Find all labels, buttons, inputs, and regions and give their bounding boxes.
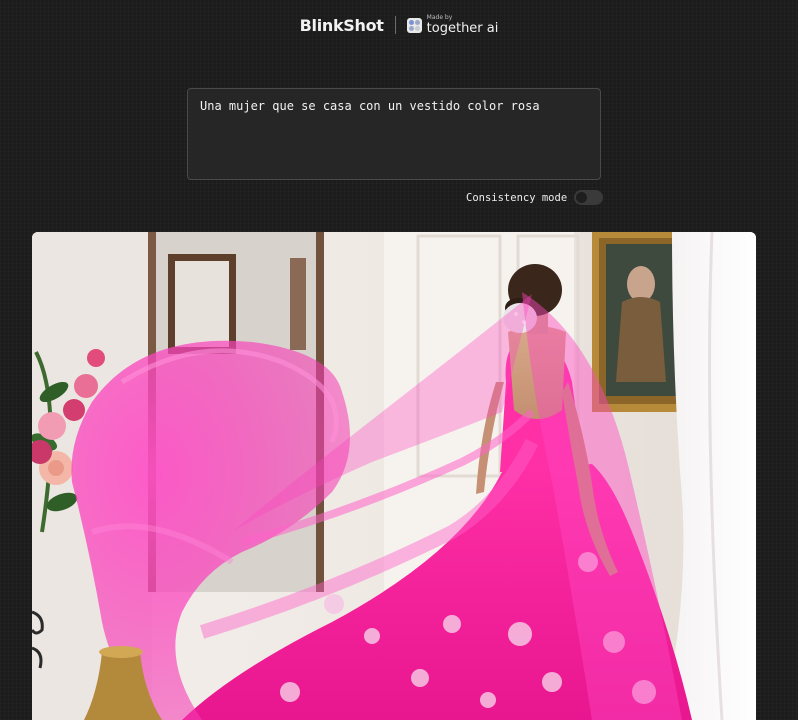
header-divider [394,16,396,34]
together-ai-badge[interactable]: Made by together ai [406,15,499,36]
toggle-knob [576,192,588,203]
generated-image[interactable] [32,232,756,720]
consistency-mode-toggle[interactable] [574,190,604,205]
partner-name: together ai [426,21,499,36]
consistency-mode-control: Consistency mode [466,189,604,206]
app-header: BlinkShot Made by together ai [0,12,798,38]
consistency-mode-label: Consistency mode [466,191,568,204]
together-text: Made by together ai [426,15,499,36]
together-logo-icon [406,17,422,33]
generated-image-illustration [32,232,756,720]
brand-logo[interactable]: BlinkShot [300,16,384,35]
prompt-input[interactable]: Una mujer que se casa con un vestido col… [187,88,601,180]
